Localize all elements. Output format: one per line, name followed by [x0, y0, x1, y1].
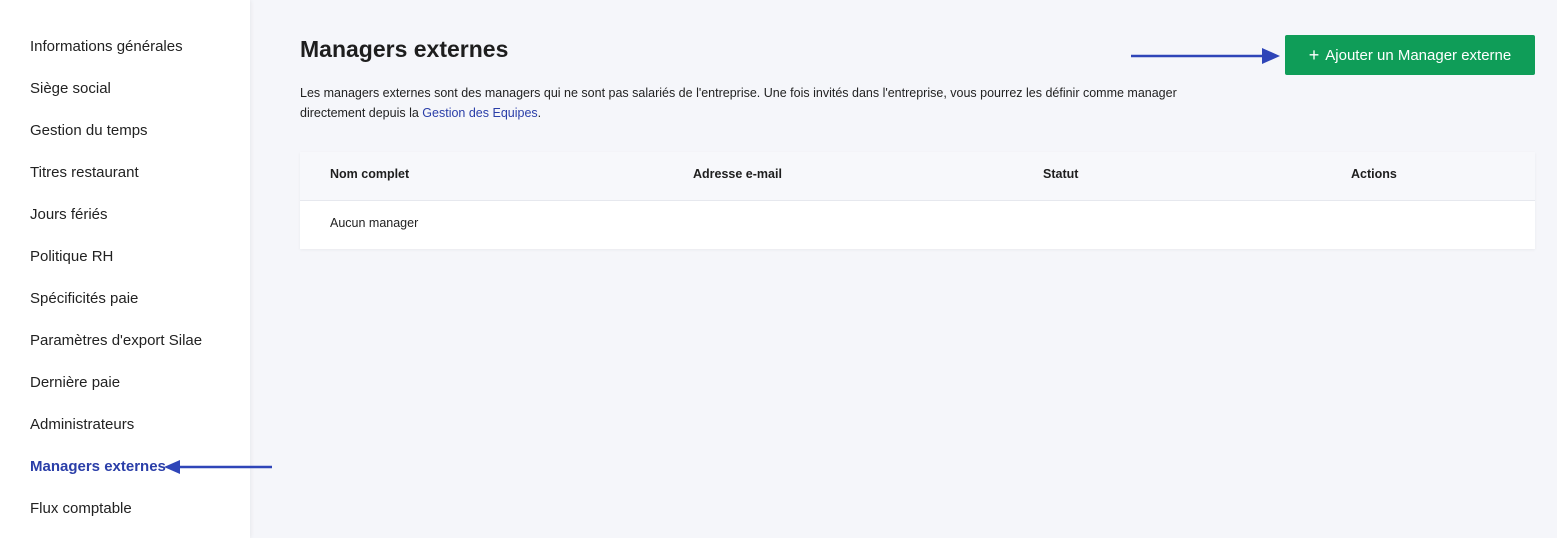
sidebar-item-siege-social[interactable]: Siège social: [30, 79, 111, 99]
annotation-arrow-right-icon: [1131, 48, 1280, 64]
external-managers-table: Nom complet Adresse e-mail Statut Action…: [300, 152, 1535, 249]
sidebar-item-jours-feries[interactable]: Jours fériés: [30, 205, 108, 225]
page-title: Managers externes: [300, 36, 509, 62]
column-header-actions: Actions: [1351, 167, 1397, 181]
sidebar-item-informations-generales[interactable]: Informations générales: [30, 37, 183, 57]
sidebar-item-derniere-paie[interactable]: Dernière paie: [30, 373, 120, 393]
add-external-manager-button[interactable]: + Ajouter un Manager externe: [1285, 35, 1535, 75]
annotation-arrow-left-icon: [164, 460, 272, 474]
gestion-des-equipes-link[interactable]: Gestion des Equipes: [422, 106, 537, 120]
plus-icon: +: [1308, 45, 1320, 65]
sidebar-item-titres-restaurant[interactable]: Titres restaurant: [30, 163, 139, 183]
sidebar-item-parametres-export-silae[interactable]: Paramètres d'export Silae: [30, 331, 202, 351]
sidebar-item-administrateurs[interactable]: Administrateurs: [30, 415, 134, 435]
table-header: Nom complet Adresse e-mail Statut Action…: [300, 152, 1535, 201]
sidebar-item-managers-externes[interactable]: Managers externes: [30, 457, 166, 477]
app-root: Informations générales Siège social Gest…: [0, 0, 1557, 538]
description-suffix: .: [537, 106, 542, 120]
sidebar-item-gestion-du-temps[interactable]: Gestion du temps: [30, 121, 148, 141]
column-header-statut: Statut: [1043, 167, 1079, 181]
column-header-adresse-email: Adresse e-mail: [693, 167, 782, 181]
table-empty-message: Aucun manager: [330, 216, 419, 230]
sidebar-item-flux-comptable[interactable]: Flux comptable: [30, 499, 132, 519]
column-header-nom-complet: Nom complet: [330, 167, 410, 181]
sidebar-item-politique-rh[interactable]: Politique RH: [30, 247, 113, 267]
add-external-manager-label: Ajouter un Manager externe: [1325, 46, 1512, 64]
sidebar-item-specificites-paie[interactable]: Spécificités paie: [30, 289, 138, 309]
page-description: Les managers externes sont des managers …: [300, 83, 1220, 123]
